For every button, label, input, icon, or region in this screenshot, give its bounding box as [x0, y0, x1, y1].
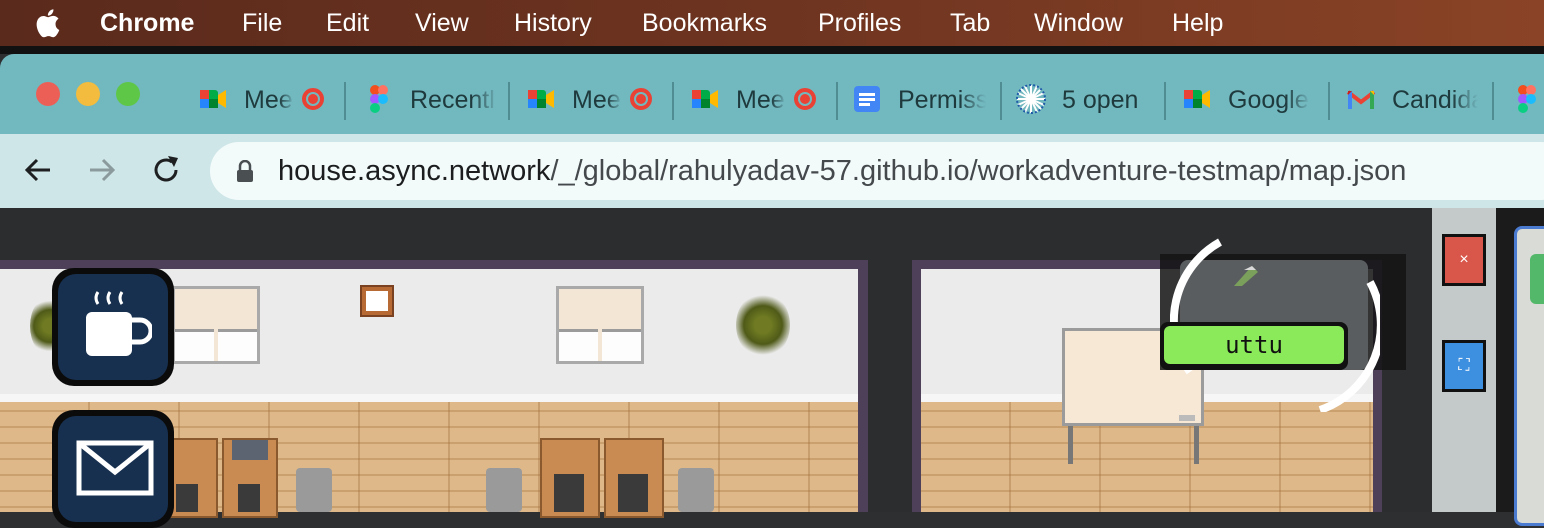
minimize-window-button[interactable] [76, 82, 100, 106]
tab-separator [672, 82, 674, 120]
office-chair [678, 468, 714, 512]
tab-meet-1[interactable]: Mee [198, 84, 338, 116]
player-name-tag: uttu [1160, 322, 1348, 370]
tab-separator [1328, 82, 1330, 120]
tab-label: 5 open [1062, 86, 1139, 114]
menu-history[interactable]: History [514, 8, 592, 38]
lock-icon[interactable] [236, 160, 254, 182]
embedded-chip [1530, 254, 1544, 304]
coffee-cup-icon [86, 291, 152, 356]
computer-monitor [232, 440, 268, 460]
tab-label: Recentl [410, 86, 495, 114]
recording-indicator-icon [630, 88, 652, 110]
computer-tower [618, 474, 648, 512]
tab-separator [836, 82, 838, 120]
tab-separator [1492, 82, 1494, 120]
player-name: uttu [1164, 326, 1344, 364]
fullscreen-icon: ⛶ [1458, 357, 1470, 374]
potted-plant [736, 292, 790, 358]
whiteboard-leg [1194, 426, 1199, 464]
tab-meet-2[interactable]: Mee [526, 84, 666, 116]
menu-profiles[interactable]: Profiles [818, 8, 901, 38]
window-pane [559, 328, 599, 361]
tab-docs-permissions[interactable]: Permiss [852, 84, 992, 116]
menu-bookmarks[interactable]: Bookmarks [642, 8, 767, 38]
computer-tower [176, 484, 198, 512]
recording-indicator-icon [302, 88, 324, 110]
forward-arrow-icon[interactable] [84, 152, 120, 188]
button-face [58, 274, 168, 380]
computer-tower [238, 484, 260, 512]
left-room-baseboard [0, 394, 858, 402]
window-pane [175, 328, 215, 361]
window-top-edge [0, 46, 1544, 54]
maximize-window-button[interactable] [116, 82, 140, 106]
url-host: house.async.network [278, 155, 551, 187]
window-pane [601, 328, 641, 361]
close-iframe-button[interactable]: × [1442, 234, 1486, 286]
menu-tab[interactable]: Tab [950, 8, 990, 38]
tab-separator [1000, 82, 1002, 120]
menu-app-name[interactable]: Chrome [100, 8, 194, 38]
tab-separator [344, 82, 346, 120]
menu-window[interactable]: Window [1034, 8, 1123, 38]
google-meet-icon [692, 90, 718, 108]
menu-help[interactable]: Help [1172, 8, 1223, 38]
whiteboard-leg [1068, 426, 1073, 464]
button-face [58, 416, 168, 522]
tab-figma-recent[interactable]: Recentl [364, 84, 504, 116]
wall-clock-icon [360, 285, 394, 317]
url-path: /_/global/rahulyadav-57.github.io/workad… [550, 155, 1407, 187]
menu-file[interactable]: File [242, 8, 282, 38]
tab-separator [1164, 82, 1166, 120]
starburst-icon [1016, 84, 1046, 114]
macos-menu-bar: Chrome File Edit View History Bookmarks … [0, 0, 1544, 46]
tab-label: Mee [736, 86, 785, 114]
player-avatar-icon [1234, 266, 1258, 286]
gmail-icon [1346, 90, 1376, 109]
envelope-icon [76, 440, 154, 496]
figma-icon [370, 85, 388, 113]
menu-edit[interactable]: Edit [326, 8, 369, 38]
tab-gmail-candidate[interactable]: Candida [1346, 84, 1486, 116]
office-chair [296, 468, 332, 512]
fullscreen-button[interactable]: ⛶ [1442, 340, 1486, 392]
google-docs-icon [854, 86, 880, 112]
wall-window [172, 286, 260, 364]
close-window-button[interactable] [36, 82, 60, 106]
url-text[interactable]: house.async.network/_/global/rahulyadav-… [278, 154, 1406, 188]
tab-label: Mee [572, 86, 621, 114]
reload-icon[interactable] [148, 152, 184, 188]
back-arrow-icon[interactable] [20, 152, 56, 188]
google-meet-icon [1184, 90, 1210, 108]
wall-window [556, 286, 644, 364]
menu-view[interactable]: View [415, 8, 469, 38]
figma-icon[interactable] [1514, 84, 1538, 114]
tab-label: Google [1228, 86, 1309, 114]
tab-meet-3[interactable]: Mee [690, 84, 830, 116]
embedded-website-panel[interactable] [1496, 208, 1544, 526]
google-meet-icon [200, 90, 226, 108]
google-meet-icon [528, 90, 554, 108]
whiteboard-marker [1179, 415, 1195, 421]
window-pane [217, 328, 257, 361]
tab-label: Permiss [898, 86, 986, 114]
apple-logo-icon[interactable] [34, 8, 60, 38]
coffee-break-button[interactable] [52, 268, 174, 386]
tab-label: Candida [1392, 86, 1478, 114]
tab-5-open[interactable]: 5 open [1016, 84, 1156, 116]
tab-separator [508, 82, 510, 120]
computer-tower [554, 474, 584, 512]
mail-button[interactable] [52, 410, 174, 528]
close-icon: × [1459, 251, 1469, 268]
tab-google[interactable]: Google [1182, 84, 1322, 116]
office-chair [486, 468, 522, 512]
recording-indicator-icon [794, 88, 816, 110]
tab-label: Mee [244, 86, 293, 114]
